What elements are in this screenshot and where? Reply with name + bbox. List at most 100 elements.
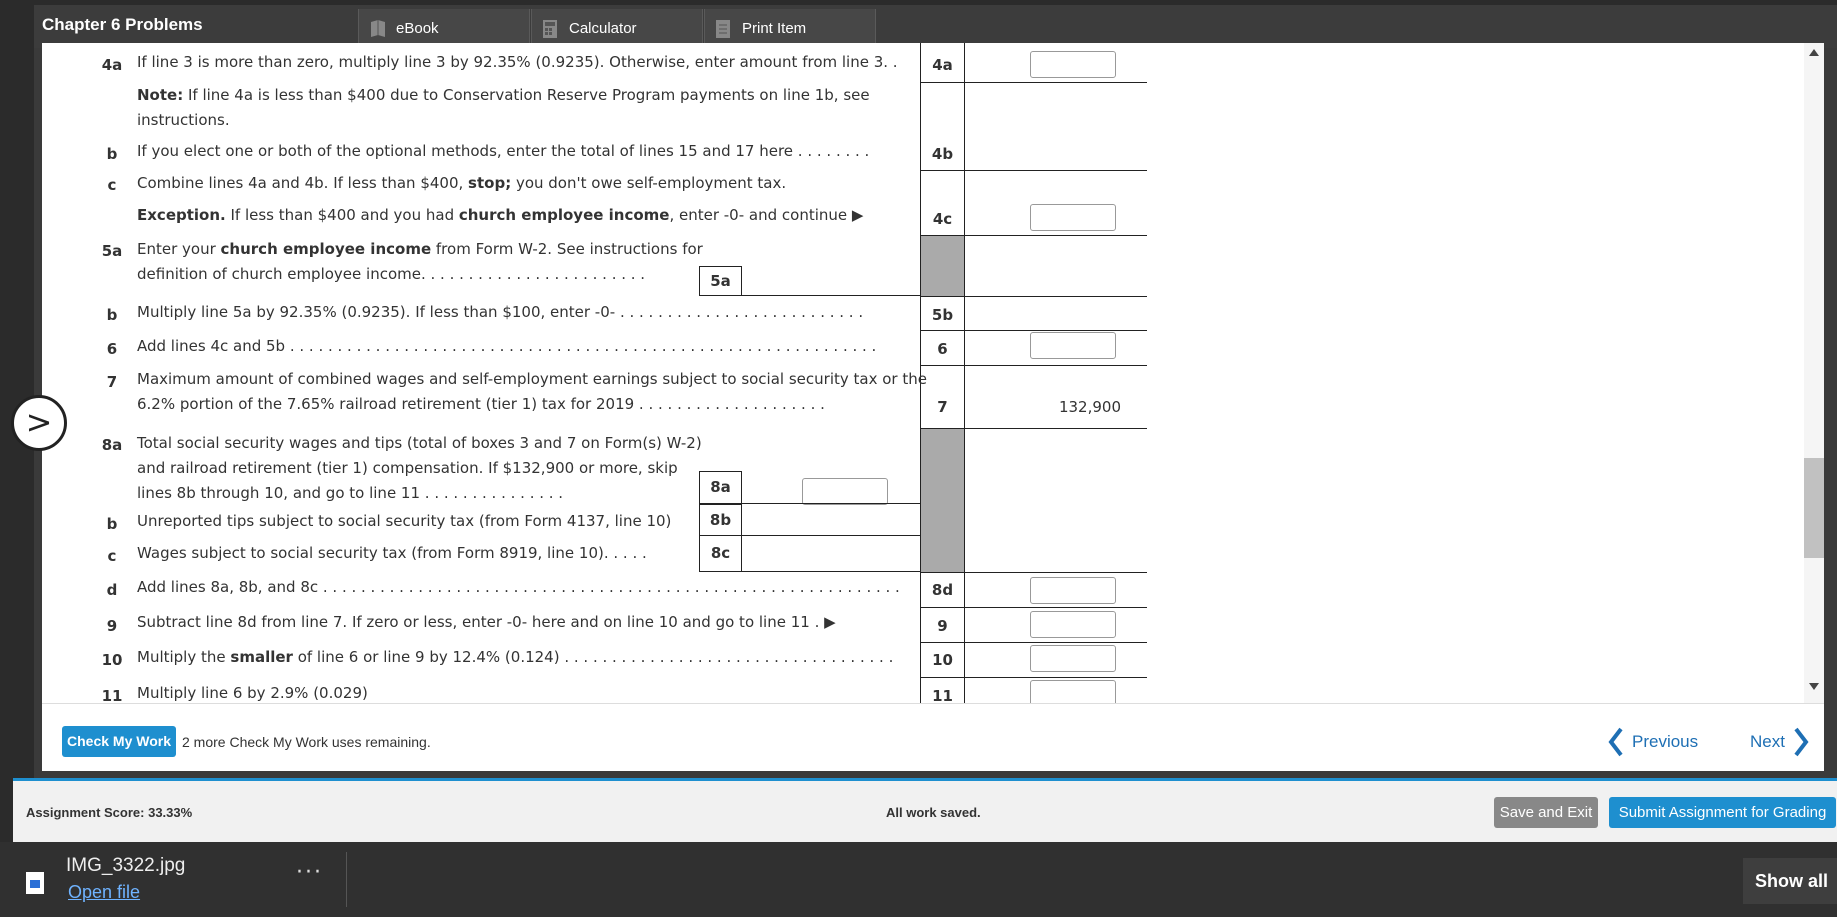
subbox-label: 8c: [699, 535, 742, 572]
scrollbar-thumb[interactable]: [1804, 458, 1824, 558]
problem-content[interactable]: 4a If line 3 is more than zero, multiply…: [42, 43, 1824, 703]
line-box-label: 4a: [932, 56, 953, 74]
scroll-down-icon[interactable]: [1809, 683, 1819, 690]
subbox-underline: [742, 295, 921, 296]
row-divider: [921, 607, 1147, 608]
text-bold: church employee income: [220, 240, 432, 258]
submit-assignment-button[interactable]: Submit Assignment for Grading: [1609, 797, 1836, 828]
open-file-link[interactable]: Open file: [68, 882, 140, 903]
row-divider: [921, 572, 1147, 573]
calculator-icon: [542, 19, 560, 39]
input-6[interactable]: [1030, 332, 1116, 359]
subbox-label: 8a: [699, 471, 742, 504]
row-divider: [921, 296, 1147, 297]
line-number: d: [106, 581, 118, 599]
line-number: b: [106, 306, 118, 324]
line-text-cont: definition of church employee income. . …: [137, 265, 646, 283]
text-segment: , enter -0- and continue ▶: [669, 206, 864, 224]
line-number: 6: [106, 340, 118, 358]
shaded-cell: [921, 429, 964, 572]
line-box-label: 5b: [931, 306, 954, 324]
row-divider: [921, 677, 1147, 678]
more-options-icon[interactable]: ···: [296, 860, 323, 885]
line-text-cont: 6.2% portion of the 7.65% railroad retir…: [137, 395, 825, 413]
page-title: Chapter 6 Problems: [42, 15, 203, 34]
input-11[interactable]: [1030, 680, 1116, 703]
input-9[interactable]: [1030, 611, 1116, 638]
line-text: Multiply line 5a by 92.35% (0.9235). If …: [137, 303, 864, 321]
next-label: Next: [1750, 732, 1785, 751]
download-bar: IMG_3322.jpg Open file ··· Show all: [0, 842, 1837, 917]
text-segment: Multiply the: [137, 648, 231, 666]
input-8d[interactable]: [1030, 577, 1116, 604]
input-4a[interactable]: [1030, 51, 1116, 78]
header-bar: Chapter 6 Problems eBook Calculator Prin…: [34, 5, 1837, 48]
row-divider: [921, 642, 1147, 643]
line-number: 4a: [101, 56, 123, 74]
line-number: b: [106, 145, 118, 163]
line-box-label: 8d: [931, 581, 954, 599]
exception-label: Exception.: [137, 206, 226, 224]
show-all-button[interactable]: Show all: [1743, 858, 1837, 904]
vertical-scrollbar[interactable]: [1804, 43, 1824, 703]
note-body: If line 4a is less than $400 due to Cons…: [183, 86, 870, 104]
text-segment: Enter your: [137, 240, 221, 258]
tab-calculator-label: Calculator: [569, 20, 637, 37]
download-filename: IMG_3322.jpg: [66, 855, 186, 876]
line-text: Total social security wages and tips (to…: [137, 434, 702, 452]
save-and-exit-button[interactable]: Save and Exit: [1494, 797, 1598, 828]
text-bold: stop;: [468, 174, 512, 192]
shaded-cell: [921, 236, 964, 296]
line-number: c: [107, 547, 117, 565]
line-text: If line 3 is more than zero, multiply li…: [137, 53, 898, 71]
print-icon: [715, 19, 733, 39]
tab-ebook-label: eBook: [396, 20, 439, 37]
problem-footer: Check My Work 2 more Check My Work uses …: [42, 703, 1824, 771]
check-my-work-button[interactable]: Check My Work: [62, 726, 176, 757]
text-segment: If less than $400 and you had: [225, 206, 459, 224]
row-divider: [921, 365, 1147, 366]
line-text: Add lines 8a, 8b, and 8c . . . . . . . .…: [137, 578, 900, 596]
book-icon: [369, 19, 387, 39]
next-button[interactable]: Next: [1750, 727, 1809, 757]
line-text: If you elect one or both of the optional…: [137, 142, 870, 160]
file-icon: [26, 872, 44, 894]
assignment-score: Assignment Score: 33.33%: [26, 805, 193, 820]
subbox-label: 8b: [699, 504, 742, 536]
line-number: 11: [101, 687, 123, 703]
text-segment: Combine lines 4a and 4b. If less than $4…: [137, 174, 469, 192]
previous-label: Previous: [1632, 732, 1699, 751]
previous-button[interactable]: Previous: [1608, 727, 1698, 757]
line-box-label: 10: [932, 651, 953, 669]
line-box-label: 9: [937, 617, 948, 635]
line-7-value: 132,900: [1058, 398, 1121, 416]
scroll-up-icon[interactable]: [1809, 49, 1819, 56]
line-number: 5a: [101, 242, 123, 260]
text-bold: smaller: [230, 648, 293, 666]
text-segment: of line 6 or line 9 by 12.4% (0.124) . .…: [292, 648, 894, 666]
line-text: Enter your church employee income from F…: [137, 237, 703, 262]
line-box-label: 7: [937, 398, 948, 416]
subbox-underline: [742, 571, 921, 572]
row-divider: [921, 82, 1147, 83]
input-4c[interactable]: [1030, 204, 1116, 231]
line-number: 8a: [101, 436, 123, 454]
input-8a[interactable]: [802, 478, 888, 505]
expand-panel-button[interactable]: >: [11, 395, 67, 451]
note-text-cont: instructions.: [137, 111, 230, 129]
line-box-label: 6: [937, 340, 948, 358]
chevron-right-icon: >: [25, 403, 53, 441]
line-box-label: 4c: [932, 210, 953, 228]
line-text: Multiply line 6 by 2.9% (0.029): [137, 684, 368, 702]
line-number: 9: [106, 617, 118, 635]
line-text: Subtract line 8d from line 7. If zero or…: [137, 613, 836, 631]
note-label: Note:: [137, 86, 184, 104]
amount-column-divider: [964, 43, 965, 703]
divider: [346, 852, 347, 907]
subbox-label: 5a: [699, 266, 742, 296]
app: Chapter 6 Problems eBook Calculator Prin…: [0, 0, 1837, 917]
line-box-label: 11: [932, 687, 953, 703]
input-10[interactable]: [1030, 645, 1116, 672]
note-text: Note: If line 4a is less than $400 due t…: [137, 83, 870, 108]
line-text-cont: and railroad retirement (tier 1) compens…: [137, 459, 678, 477]
